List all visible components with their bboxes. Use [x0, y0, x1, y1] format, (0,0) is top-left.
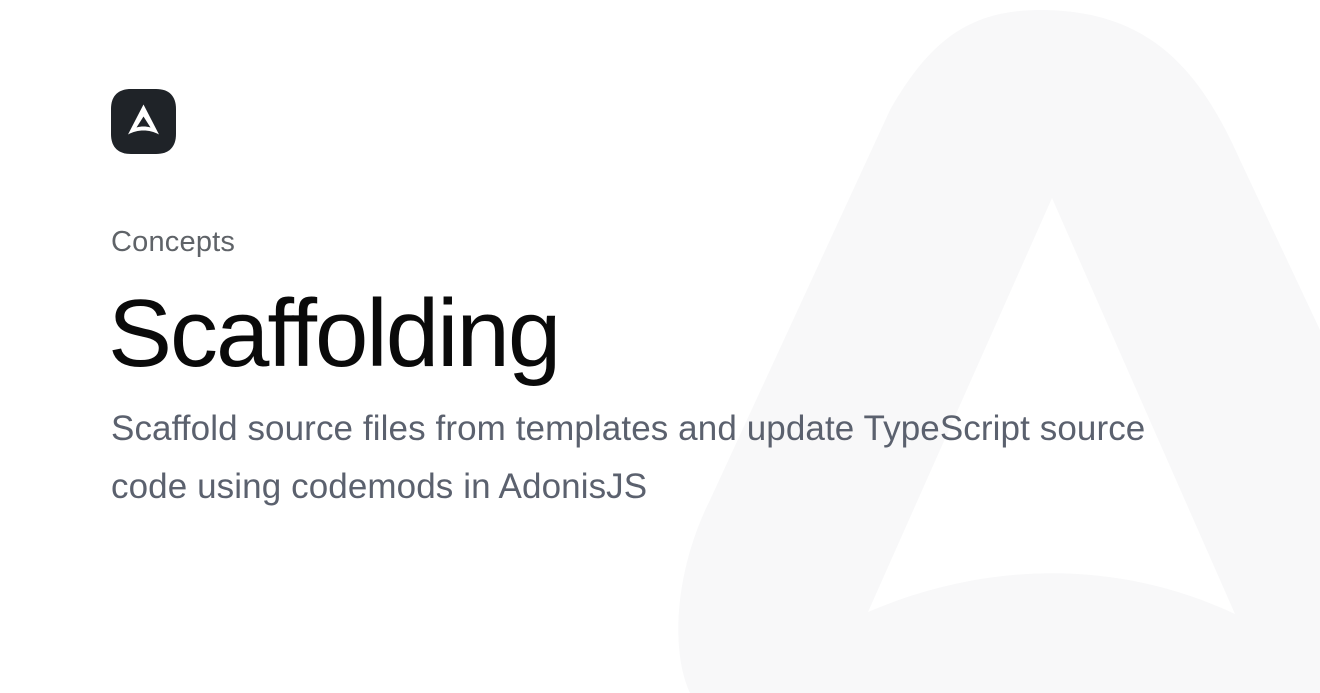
page-description: Scaffold source files from templates and… — [111, 409, 1146, 506]
og-card: Concepts Scaffolding Scaffold source fil… — [0, 0, 1320, 693]
page-title: Scaffolding — [108, 280, 561, 387]
category-label: Concepts — [111, 226, 236, 258]
adonisjs-logo-icon — [111, 89, 176, 154]
